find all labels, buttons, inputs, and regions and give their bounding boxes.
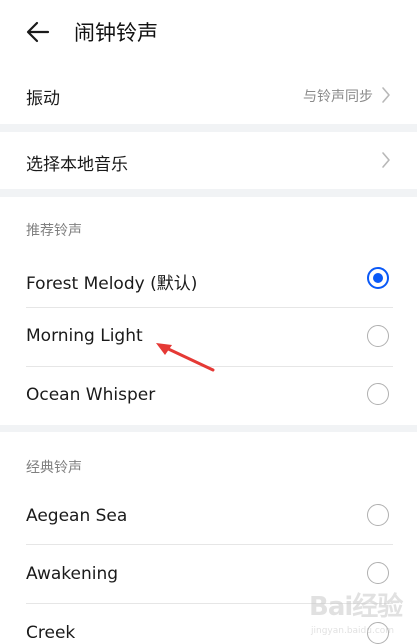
ringtone-item[interactable]: Aegean Sea xyxy=(0,486,417,544)
ringtone-label: Forest Melody (默认) xyxy=(26,274,198,294)
section-title-classic: 经典铃声 xyxy=(26,460,82,476)
chevron-right-icon xyxy=(382,87,390,103)
section-title-recommended: 推荐铃声 xyxy=(26,223,82,239)
ringtone-label: Ocean Whisper xyxy=(26,385,156,405)
radio-unselected[interactable] xyxy=(367,622,389,644)
classic-section: 经典铃声 Aegean Sea Awakening Creek xyxy=(0,432,417,644)
back-arrow-icon[interactable] xyxy=(24,18,52,46)
ringtone-item[interactable]: Awakening xyxy=(0,545,417,603)
ringtone-item[interactable]: Creek xyxy=(0,604,417,644)
radio-unselected[interactable] xyxy=(367,383,389,405)
page-title: 闹钟铃声 xyxy=(74,21,158,45)
vibration-value: 与铃声同步 xyxy=(303,89,373,105)
ringtone-label: Awakening xyxy=(26,564,119,584)
ringtone-label: Aegean Sea xyxy=(26,506,128,526)
ringtone-item[interactable]: Forest Melody (默认) xyxy=(0,249,417,307)
radio-unselected[interactable] xyxy=(367,325,389,347)
ringtone-label: Creek xyxy=(26,623,76,643)
local-music-row[interactable]: 选择本地音乐 xyxy=(0,132,417,189)
chevron-right-icon xyxy=(382,152,390,168)
vibration-card: 振动 与铃声同步 xyxy=(0,66,417,124)
ringtone-item[interactable]: Ocean Whisper xyxy=(0,367,417,425)
local-music-label: 选择本地音乐 xyxy=(26,155,128,175)
vibration-label: 振动 xyxy=(26,89,60,109)
header-bar: 闹钟铃声 xyxy=(0,0,417,66)
ringtone-label: Morning Light xyxy=(26,326,143,346)
radio-unselected[interactable] xyxy=(367,562,389,584)
vibration-row[interactable]: 振动 与铃声同步 xyxy=(0,66,417,124)
radio-unselected[interactable] xyxy=(367,504,389,526)
recommended-section: 推荐铃声 Forest Melody (默认) Morning Light Oc… xyxy=(0,197,417,425)
local-music-card: 选择本地音乐 xyxy=(0,132,417,189)
ringtone-item[interactable]: Morning Light xyxy=(0,308,417,366)
radio-selected[interactable] xyxy=(367,267,389,289)
